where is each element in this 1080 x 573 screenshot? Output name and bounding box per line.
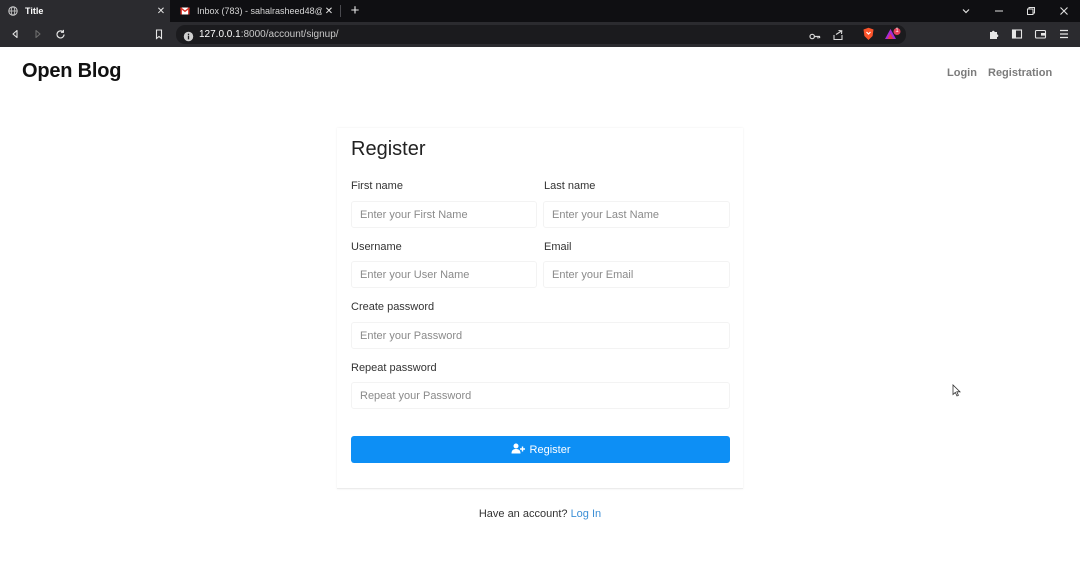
tab-active[interactable]: Title ✕ [0, 0, 170, 22]
site-logo[interactable]: Open Blog [22, 60, 122, 83]
login-prompt: Have an account? Log In [0, 508, 1080, 520]
email-label: Email [544, 241, 572, 253]
url-host: 127.0.0.1 [199, 29, 241, 40]
repeat-password-input[interactable] [351, 382, 730, 409]
rewards-badge-count: 1 [895, 28, 899, 34]
nav-registration-link[interactable]: Registration [988, 67, 1052, 79]
minimize-icon[interactable] [991, 3, 1007, 19]
reload-icon[interactable] [52, 26, 68, 42]
sidebar-icon[interactable] [1009, 26, 1025, 42]
password-input[interactable] [351, 322, 730, 349]
extensions-icon[interactable] [986, 26, 1002, 42]
share-icon[interactable] [832, 28, 844, 46]
gmail-icon [180, 6, 190, 16]
first-name-input[interactable] [351, 201, 537, 228]
register-form: Register First name Last name Username E… [337, 128, 743, 489]
tab-separator [340, 5, 341, 17]
browser-tab-strip: Title ✕ Inbox (783) - sahalrasheed48@gma… [0, 0, 1080, 22]
tab-search-chevron-icon[interactable] [958, 3, 974, 19]
tab-title: Inbox (783) - sahalrasheed48@gmail.c [197, 6, 322, 16]
register-button[interactable]: Register [351, 436, 730, 463]
last-name-input[interactable] [543, 201, 730, 228]
brave-rewards-icon[interactable]: 1 [884, 27, 901, 46]
wallet-icon[interactable] [1032, 26, 1048, 42]
url-field[interactable]: 127.0.0.1:8000/account/signup/ 1 [176, 25, 906, 44]
tab-close-icon[interactable]: ✕ [154, 6, 168, 17]
globe-icon [8, 6, 18, 16]
last-name-label: Last name [544, 180, 596, 192]
register-button-label: Register [529, 443, 571, 456]
url-text: 127.0.0.1:8000/account/signup/ [199, 29, 339, 40]
username-input[interactable] [351, 261, 537, 288]
url-path: :8000/account/signup/ [240, 29, 339, 40]
bookmark-icon[interactable] [151, 26, 167, 42]
tab-close-icon[interactable]: ✕ [322, 6, 336, 17]
create-password-label: Create password [351, 301, 435, 313]
new-tab-button[interactable]: + [347, 2, 363, 20]
form-title: Register [351, 138, 426, 160]
mouse-cursor-icon [952, 384, 961, 402]
close-window-icon[interactable] [1056, 3, 1072, 19]
menu-icon[interactable] [1056, 26, 1072, 42]
nav-login-link[interactable]: Login [947, 67, 977, 79]
address-bar-row: 127.0.0.1:8000/account/signup/ 1 [0, 22, 1080, 47]
forward-icon[interactable] [30, 26, 46, 42]
key-icon[interactable] [809, 29, 821, 47]
repeat-password-label: Repeat password [351, 362, 437, 374]
login-link[interactable]: Log In [571, 508, 602, 520]
login-prompt-text: Have an account? [478, 508, 568, 520]
first-name-label: First name [351, 180, 403, 192]
back-icon[interactable] [7, 26, 23, 42]
site-info-icon[interactable] [183, 29, 194, 47]
username-label: Username [351, 241, 402, 253]
email-input[interactable] [543, 261, 730, 288]
tab-title: Title [25, 6, 44, 16]
user-plus-icon [511, 443, 525, 457]
restore-icon[interactable] [1023, 3, 1039, 19]
brave-shields-icon[interactable] [862, 27, 875, 46]
tab-inbox[interactable]: Inbox (783) - sahalrasheed48@gmail.c ✕ [172, 0, 338, 22]
